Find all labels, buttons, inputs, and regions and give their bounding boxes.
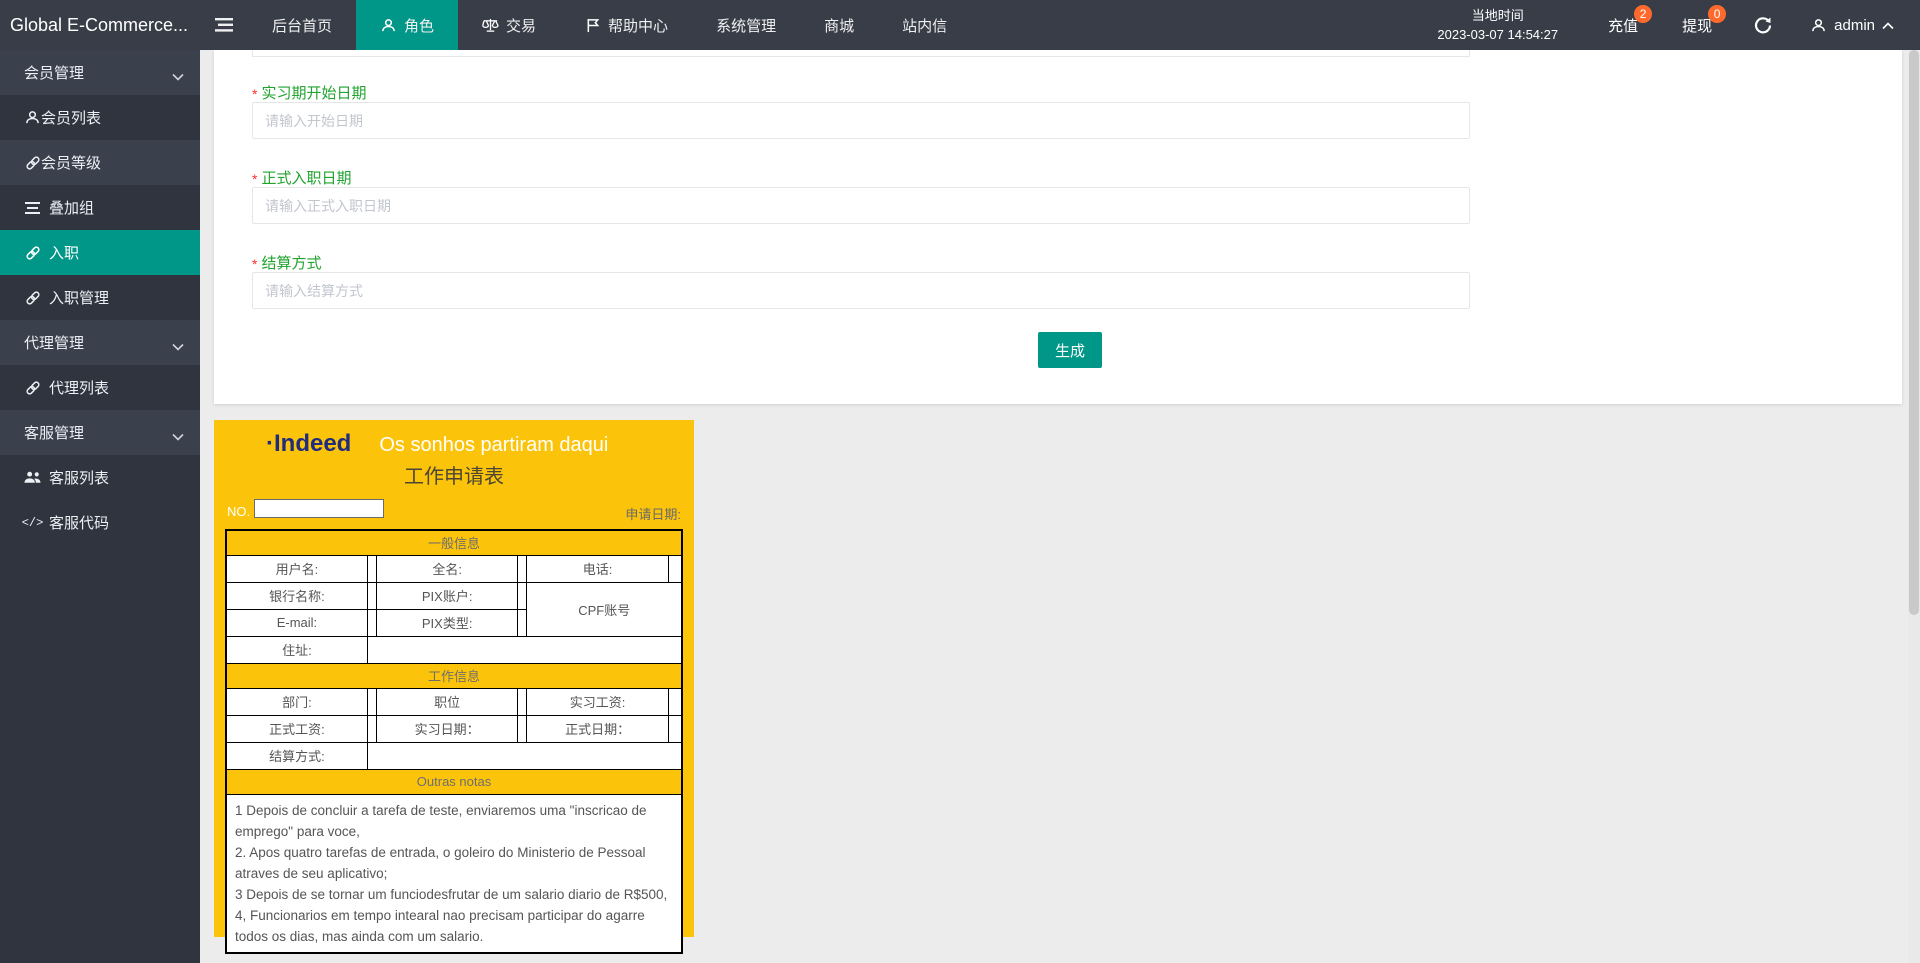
link-icon	[24, 289, 41, 306]
nav-item-system-mgmt[interactable]: 系统管理	[692, 0, 800, 50]
application-table: 一般信息 用户名: 全名: 电话: 银行名称: PIX账户: CPF账号 E-m…	[225, 529, 683, 954]
notes-text: 1 Depois de concluir a tarefa de teste, …	[225, 793, 683, 953]
sidebar-item-support-code[interactable]: </> 客服代码	[0, 500, 200, 545]
sidebar-item-support-list[interactable]: 客服列表	[0, 455, 200, 500]
withdraw-button[interactable]: 提现 0	[1660, 0, 1734, 50]
indeed-brand: ·Indeed	[266, 430, 352, 457]
settlement-method-input[interactable]	[252, 272, 1470, 309]
sidebar-item-member-list[interactable]: 会员列表	[0, 95, 200, 140]
sidebar-item-support-mgmt[interactable]: 客服管理	[0, 410, 200, 455]
user-icon	[380, 17, 397, 34]
cell-email: E-mail:	[225, 608, 368, 637]
sidebar-item-agent-mgmt[interactable]: 代理管理	[0, 320, 200, 365]
sidebar-item-member-level[interactable]: 会员等级	[0, 140, 200, 185]
nav-item-mall[interactable]: 商城	[800, 0, 878, 50]
recharge-badge: 2	[1634, 5, 1653, 23]
cell-address-value	[366, 635, 683, 664]
cell-settlement-value	[366, 741, 683, 770]
cell-intern-date: 实习日期：	[375, 714, 519, 743]
local-time-value: 2023-03-07 14:54:27	[1437, 27, 1559, 42]
cell-fullname: 全名:	[375, 554, 519, 583]
section-general-info: 一般信息	[225, 529, 683, 556]
section-other-notes: Outras notas	[225, 768, 683, 795]
cell-bank-name: 银行名称:	[225, 581, 368, 610]
form-slogan: Os sonhos partiram daqui	[379, 434, 609, 456]
link-icon	[24, 244, 41, 261]
no-label: NO.	[227, 504, 251, 519]
recharge-button[interactable]: 充值 2	[1586, 0, 1660, 50]
nav-item-help-center[interactable]: 帮助中心	[560, 0, 692, 50]
cell-pix-account: PIX账户:	[375, 581, 519, 610]
form-title: 工作申请表	[404, 466, 504, 488]
local-time: 当地时间 2023-03-07 14:54:27	[1409, 0, 1586, 50]
top-navbar: Global E-Commerce... 后台首页 角色 交易 帮助中心 系统管…	[0, 0, 1920, 50]
link-icon	[24, 379, 41, 396]
caret-up-icon	[1882, 17, 1894, 34]
vertical-scrollbar	[1908, 50, 1920, 963]
cell-department: 部门:	[225, 687, 368, 716]
chevron-down-icon	[172, 338, 184, 355]
user-icon	[1810, 17, 1827, 34]
chevron-down-icon	[172, 68, 184, 85]
user-menu[interactable]: admin	[1792, 0, 1920, 50]
cell-position: 职位	[375, 687, 519, 716]
cell-username: 用户名:	[225, 554, 368, 583]
cell-phone: 电话:	[526, 554, 669, 583]
flag-icon	[584, 17, 601, 34]
field-label-settlement-method: * 结算方式	[252, 255, 322, 272]
refresh-button[interactable]	[1734, 0, 1792, 50]
apply-date-label: 申请日期:	[625, 507, 681, 522]
code-icon: </>	[21, 515, 44, 530]
link-icon	[24, 154, 41, 171]
sidebar: 会员管理 会员列表 会员等级 叠加组 入职 入职管理 代理管理 代理列表 客服管…	[0, 50, 200, 963]
sidebar-item-agent-list[interactable]: 代理列表	[0, 365, 200, 410]
generate-button[interactable]: 生成	[1038, 332, 1102, 368]
collapse-sidebar-icon[interactable]	[200, 0, 248, 50]
sidebar-item-onboarding-mgmt[interactable]: 入职管理	[0, 275, 200, 320]
required-asterisk: *	[252, 256, 258, 272]
scrollbar-thumb[interactable]	[1909, 50, 1919, 615]
chevron-down-icon	[172, 428, 184, 445]
main-content: *实习期开始日期 *正式入职日期 *结算方式 生成 ·Indeed Os son…	[200, 46, 1920, 963]
sidebar-item-onboarding[interactable]: 入职	[0, 230, 200, 275]
onboarding-form-card: *实习期开始日期 *正式入职日期 *结算方式 生成	[214, 46, 1902, 404]
job-application-form: ·Indeed Os sonhos partiram daqui 工作申请表 N…	[214, 420, 694, 954]
cell-settlement: 结算方式:	[225, 741, 368, 770]
cell-intern-salary: 实习工资:	[526, 687, 669, 716]
cell-address: 住址:	[225, 635, 368, 664]
username: admin	[1834, 16, 1875, 34]
nav-item-site-message[interactable]: 站内信	[878, 0, 971, 50]
cell-official-salary: 正式工资:	[225, 714, 368, 743]
user-icon	[24, 109, 41, 126]
sidebar-item-stack-group[interactable]: 叠加组	[0, 185, 200, 230]
field-label-official-date: * 正式入职日期	[252, 170, 352, 187]
list-icon	[24, 199, 41, 216]
required-asterisk: *	[252, 171, 258, 187]
sidebar-item-member-mgmt[interactable]: 会员管理	[0, 50, 200, 95]
scales-icon	[482, 17, 499, 34]
required-asterisk: *	[252, 86, 258, 102]
nav-item-trade[interactable]: 交易	[458, 0, 560, 50]
field-label-intern-start-date: * 实习期开始日期	[252, 85, 367, 102]
section-work-info: 工作信息	[225, 662, 683, 689]
withdraw-badge: 0	[1708, 5, 1727, 23]
users-icon	[24, 469, 41, 486]
cell-cpf: CPF账号	[526, 581, 683, 637]
cell-official-date: 正式日期：	[526, 714, 669, 743]
cell-pix-type: PIX类型:	[375, 608, 519, 637]
nav-item-dashboard[interactable]: 后台首页	[248, 0, 356, 50]
no-input[interactable]	[254, 499, 384, 518]
intern-start-date-input[interactable]	[252, 102, 1470, 139]
app-logo: Global E-Commerce...	[10, 14, 189, 35]
nav-item-roles[interactable]: 角色	[356, 0, 459, 50]
local-time-label: 当地时间	[1471, 8, 1524, 23]
official-date-input[interactable]	[252, 187, 1470, 224]
